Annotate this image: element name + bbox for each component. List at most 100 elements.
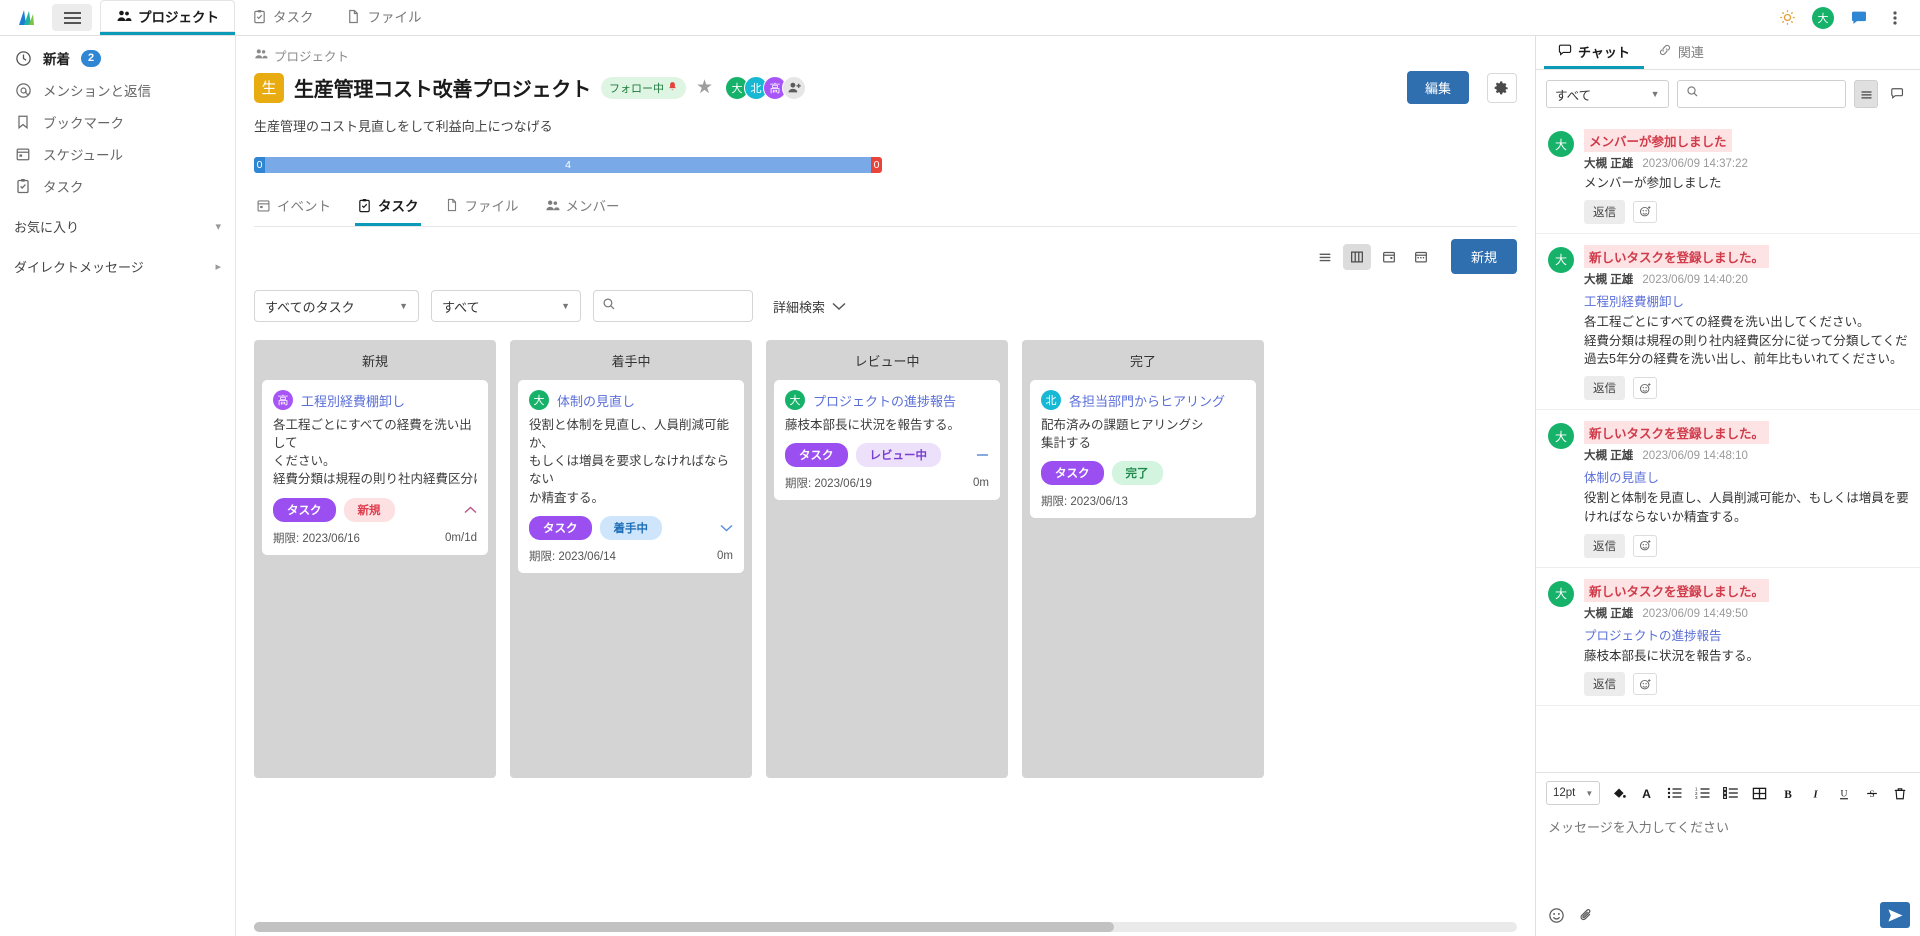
tab-related[interactable]: 関連	[1644, 36, 1718, 69]
chevron-down-icon	[832, 299, 846, 314]
add-person-icon[interactable]	[782, 76, 806, 100]
calendar-view-icon[interactable]	[1375, 244, 1403, 270]
tab-chat[interactable]: チャット	[1544, 36, 1644, 69]
task-card-title[interactable]: 各担当部門からヒアリング	[1069, 391, 1225, 410]
new-task-button[interactable]: 新規	[1451, 239, 1517, 274]
advanced-search-label: 詳細検索	[773, 297, 825, 316]
file-icon	[445, 198, 459, 212]
chat-message-banner: 新しいタスクを登録しました。	[1584, 579, 1769, 602]
app-logo[interactable]	[0, 0, 52, 35]
kanban-board: 新規 高 工程別経費棚卸し 各工程ごとにすべての経費を洗い出して ください。 経…	[236, 322, 1535, 914]
strikethrough-icon[interactable]: S	[1863, 783, 1882, 803]
chat-text-line: ければならないか精査する。	[1584, 508, 1908, 527]
task-desc-line: か精査する。	[529, 489, 733, 507]
reply-button[interactable]: 返信	[1584, 376, 1625, 400]
font-size-value: 12pt	[1553, 787, 1575, 799]
edit-button[interactable]: 編集	[1407, 71, 1469, 104]
sidebar-item-new-label: 新着	[43, 48, 70, 68]
advanced-search-toggle[interactable]: 詳細検索	[773, 297, 846, 316]
list-compact-icon[interactable]	[1854, 80, 1878, 108]
add-reaction-icon[interactable]	[1633, 673, 1657, 695]
tab-members[interactable]: メンバー	[543, 189, 622, 226]
chat-message-task-link[interactable]: 体制の見直し	[1584, 467, 1908, 486]
reply-button[interactable]: 返信	[1584, 200, 1625, 224]
kebab-menu-icon[interactable]	[1884, 7, 1906, 29]
emoji-icon[interactable]	[1546, 905, 1566, 925]
sidebar-item-bookmarks[interactable]: ブックマーク	[0, 106, 235, 138]
task-card[interactable]: 大 プロジェクトの進捗報告 藤枝本部長に状況を報告する。 タスク レビュー中	[774, 380, 1000, 500]
people-icon	[254, 47, 268, 64]
task-search-box[interactable]	[593, 290, 753, 322]
tab-tasks[interactable]: タスク	[355, 189, 421, 226]
chat-bubble-icon[interactable]	[1848, 7, 1870, 29]
text-color-icon[interactable]: A	[1637, 783, 1656, 803]
chevron-up-icon[interactable]	[464, 503, 477, 517]
chat-thread-icon[interactable]	[1886, 80, 1910, 108]
sun-icon[interactable]	[1776, 7, 1798, 29]
chat-message-list[interactable]: 大 メンバーが参加しました 大槻 正雄 2023/06/09 14:37:22 …	[1536, 118, 1920, 772]
send-button[interactable]	[1880, 902, 1910, 928]
task-card-title[interactable]: プロジェクトの進捗報告	[813, 391, 956, 410]
sidebar-new-badge: 2	[81, 50, 101, 67]
sidebar-item-schedule[interactable]: スケジュール	[0, 138, 235, 170]
scrollbar-thumb[interactable]	[254, 922, 1114, 932]
sidebar-section-favorites[interactable]: お気に入り ▾	[0, 210, 235, 242]
numbered-list-icon[interactable]: 123	[1694, 783, 1713, 803]
bullet-list-icon[interactable]	[1666, 783, 1685, 803]
chat-search-box[interactable]	[1677, 80, 1847, 108]
avatar[interactable]: 大	[1812, 7, 1834, 29]
message-input[interactable]	[1546, 813, 1910, 891]
font-size-select[interactable]: 12pt ▼	[1546, 781, 1600, 805]
chat-filter-select[interactable]: すべて ▼	[1546, 80, 1669, 108]
task-scope-select[interactable]: すべてのタスク ▼	[254, 290, 419, 322]
task-card[interactable]: 高 工程別経費棚卸し 各工程ごとにすべての経費を洗い出して ください。 経費分類…	[262, 380, 488, 555]
task-card[interactable]: 北 各担当部門からヒアリング 配布済みの課題ヒアリングシ 集計する タスク 完了	[1030, 380, 1256, 518]
delete-icon[interactable]	[1891, 783, 1910, 803]
favorite-star-icon[interactable]: ★	[696, 78, 713, 97]
status-filter-select[interactable]: すべて ▼	[431, 290, 581, 322]
sidebar-item-tasks[interactable]: タスク	[0, 170, 235, 202]
checklist-icon[interactable]	[1722, 783, 1741, 803]
attachment-icon[interactable]	[1576, 905, 1596, 925]
fill-color-icon[interactable]	[1609, 783, 1628, 803]
chat-search-input[interactable]	[1705, 87, 1838, 101]
gantt-view-icon[interactable]	[1407, 244, 1435, 270]
task-card-title[interactable]: 工程別経費棚卸し	[301, 391, 405, 410]
task-desc-line: 集計する	[1041, 434, 1245, 452]
chat-message-task-link[interactable]: 工程別経費棚卸し	[1584, 291, 1908, 310]
clipboard-check-icon	[251, 8, 267, 24]
reply-button[interactable]: 返信	[1584, 672, 1625, 696]
chevron-right-icon: ▸	[215, 260, 221, 273]
top-nav-tasks[interactable]: タスク	[235, 0, 330, 35]
underline-icon[interactable]: U	[1834, 783, 1853, 803]
horizontal-scrollbar[interactable]	[254, 922, 1517, 932]
sidebar-item-mentions[interactable]: メンションと返信	[0, 74, 235, 106]
tab-files[interactable]: ファイル	[443, 189, 521, 226]
sidebar-item-new[interactable]: 新着 2	[0, 42, 235, 74]
top-nav-files[interactable]: ファイル	[330, 0, 438, 35]
top-nav-projects[interactable]: プロジェクト	[100, 0, 235, 35]
bold-icon[interactable]: B	[1778, 783, 1797, 803]
add-reaction-icon[interactable]	[1633, 377, 1657, 399]
board-view-icon[interactable]	[1343, 244, 1371, 270]
minus-icon[interactable]	[976, 448, 989, 462]
chevron-down-icon[interactable]	[720, 521, 733, 535]
follow-status-badge[interactable]: フォロー中	[601, 77, 686, 99]
sidebar-section-dm[interactable]: ダイレクトメッセージ ▸	[0, 250, 235, 282]
chat-text-line: 過去5年分の経費を洗い出し、前年比もいれてください。	[1584, 350, 1908, 369]
chat-message-task-link[interactable]: プロジェクトの進捗報告	[1584, 625, 1908, 644]
task-card-description: 各工程ごとにすべての経費を洗い出して ください。 経費分類は規程の則り社内経費区…	[273, 416, 477, 489]
tab-events[interactable]: イベント	[254, 189, 333, 226]
tab-members-label: メンバー	[566, 195, 620, 215]
italic-icon[interactable]: I	[1806, 783, 1825, 803]
add-reaction-icon[interactable]	[1633, 201, 1657, 223]
list-view-icon[interactable]	[1311, 244, 1339, 270]
add-reaction-icon[interactable]	[1633, 535, 1657, 557]
menu-toggle-button[interactable]	[52, 4, 92, 31]
reply-button[interactable]: 返信	[1584, 534, 1625, 558]
table-icon[interactable]	[1750, 783, 1769, 803]
task-card-title[interactable]: 体制の見直し	[557, 391, 635, 410]
task-card[interactable]: 大 体制の見直し 役割と体制を見直し、人員削減可能か、 もしくは増員を要求しなけ…	[518, 380, 744, 573]
settings-button[interactable]	[1487, 73, 1517, 103]
search-input[interactable]	[622, 299, 744, 314]
